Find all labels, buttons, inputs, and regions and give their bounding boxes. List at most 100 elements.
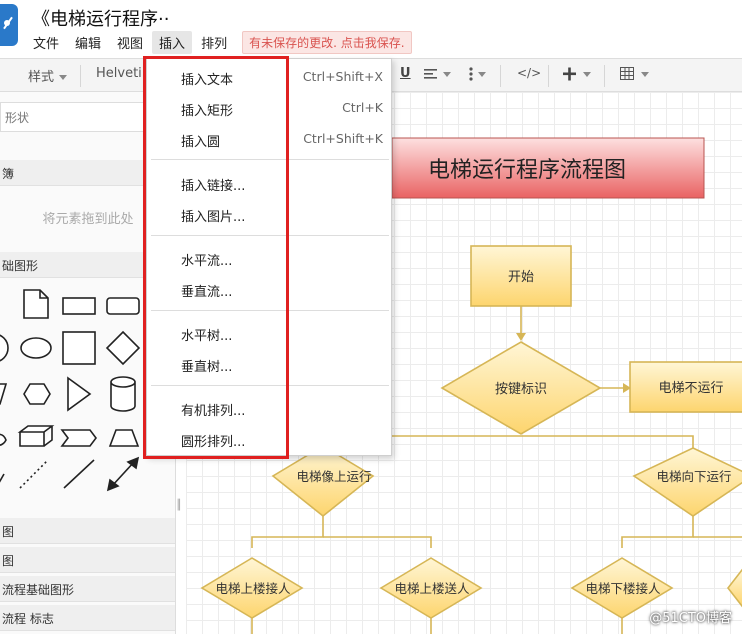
align-icon [424,69,451,79]
cloud-shape-icon [0,433,7,446]
style-label: 样式 [28,70,55,85]
menu-item-insert-link[interactable]: 插入链接... [147,171,393,195]
library-section-flowchart-symbols[interactable]: 流程 标志 [0,605,175,631]
trapezoid-shape-icon [108,429,140,447]
triangle-shape-icon [67,376,92,412]
menu-item-label: 垂直树... [181,360,233,375]
toolbar-divider [80,65,81,87]
scratchpad-label: 簿 [2,167,15,181]
parallelogram-shape-icon [0,383,8,405]
dashed-line-shape-icon [19,459,49,489]
menu-item-horizontal-tree[interactable]: 水平树... [147,321,393,345]
toolbar-divider [548,65,549,87]
menu-item-label: 插入文本 [181,73,234,88]
connector [392,435,694,448]
toolbar-divider [500,65,501,87]
menu-item-shortcut: Ctrl+Shift+X [302,69,383,84]
connector [621,516,694,548]
menu-bar: 文件 编辑 视图 插入 排列 有未保存的更改. 点击我保存. [26,30,412,54]
library-section-label: 流程基础图形 [2,583,75,597]
watermark: @51CTO博客 [649,611,732,626]
basic-shapes-label: 础图形 [2,259,39,273]
cylinder-shape-icon [110,376,136,412]
sidebar-resize-handle[interactable]: ║ [176,500,182,511]
menu-item-label: 插入链接... [181,179,246,194]
connector [251,516,324,548]
app-logo-icon [0,4,18,46]
menu-item-insert-circle[interactable]: 插入圆 Ctrl+Shift+K [147,127,393,151]
menu-item-label: 有机排列... [181,404,246,419]
cube-shape-icon [17,425,55,447]
menu-item-vertical-flow[interactable]: 垂直流... [147,277,393,301]
line-shape-icon [0,302,4,303]
menu-item-label: 垂直流... [181,285,233,300]
square-shape-icon [62,331,96,365]
menu-divider [151,385,389,386]
unsaved-changes-button[interactable]: 有未保存的更改. 点击我保存. [242,30,412,54]
partial-node [726,568,742,608]
menu-divider [151,310,389,311]
rectangle-shape-icon [62,297,96,315]
library-section-label: 图 [2,554,15,568]
menu-item-insert-text[interactable]: 插入文本 Ctrl+Shift+X [147,65,393,89]
diamond-shape-icon [105,330,141,366]
app-window: 《电梯运行程序·· 文件 编辑 视图 插入 排列 有未保存的更改. 点击我保存.… [0,0,742,634]
menu-item-organic-layout[interactable]: 有机排列... [147,396,393,420]
underline-button[interactable]: U [400,66,411,81]
menu-item-label: 水平树... [181,329,233,344]
menu-insert[interactable]: 插入 [152,30,193,54]
font-dropdown[interactable]: Helveti [96,66,142,81]
document-title[interactable]: 《电梯运行程序·· [32,5,169,31]
code-button[interactable]: </> [517,66,541,80]
library-section-label: 流程 标志 [2,612,54,626]
menu-view[interactable]: 视图 [110,31,150,54]
connector [323,536,432,548]
title-bar: 《电梯运行程序·· 文件 编辑 视图 插入 排列 有未保存的更改. 点击我保存. [0,0,742,58]
menu-item-shortcut: Ctrl+Shift+K [303,131,383,146]
menu-arrange[interactable]: 排列 [194,31,234,54]
toolbar-divider [604,65,605,87]
table-dropdown[interactable] [620,66,652,86]
menu-divider [151,235,389,236]
start-node-label: 开始 [508,270,534,285]
menu-item-label: 插入图片... [181,210,246,225]
search-placeholder: 形状 [5,111,30,125]
circle-shape-icon [0,334,9,362]
menu-item-insert-rectangle[interactable]: 插入矩形 Ctrl+K [147,96,393,120]
menu-item-vertical-tree[interactable]: 垂直树... [147,352,393,376]
align-dropdown[interactable] [424,66,452,86]
down-pickup-node-label: 电梯下楼接人 [585,581,661,596]
menu-item-label: 插入矩形 [181,104,234,119]
menu-item-insert-image[interactable]: 插入图片... [147,202,393,226]
arrowhead-icon [516,333,526,341]
line-shape-icon [0,473,5,483]
not-running-node-label: 电梯不运行 [658,381,723,396]
insert-menu: 插入文本 Ctrl+Shift+X 插入矩形 Ctrl+K 插入圆 Ctrl+Shif… [146,58,392,456]
ellipse-shape-icon [20,337,52,359]
rounded-rectangle-shape-icon [106,297,140,315]
library-section-flowchart-basic[interactable]: 流程基础图形 [0,576,175,602]
up-node-label: 电梯像上运行 [296,469,371,484]
menu-edit[interactable]: 编辑 [68,31,108,54]
vertical-dots-icon [469,67,486,81]
chevron-down-icon [59,75,68,80]
menu-file[interactable]: 文件 [26,31,66,54]
step-shape-icon [60,429,97,447]
library-section-label: 图 [2,525,15,539]
menu-item-label: 插入圆 [181,135,221,150]
diagram-title: 电梯运行程序流程图 [428,158,626,183]
straight-line-shape-icon [63,459,95,489]
insert-plus-dropdown[interactable] [563,66,593,86]
menu-item-circle-layout[interactable]: 圆形排列... [147,427,393,451]
style-dropdown[interactable]: 样式 [28,66,68,85]
more-options-dropdown[interactable] [468,66,488,86]
shape-search-input[interactable]: 形状 [0,102,170,132]
library-section-1[interactable]: 图 [0,518,175,544]
menu-item-horizontal-flow[interactable]: 水平流... [147,246,393,270]
table-icon [620,67,649,80]
bidirectional-arrow-shape-icon [111,461,135,487]
menu-divider [151,159,389,160]
plus-icon [563,67,591,81]
menu-item-label: 圆形排列... [181,435,246,450]
library-section-2[interactable]: 图 [0,547,175,573]
